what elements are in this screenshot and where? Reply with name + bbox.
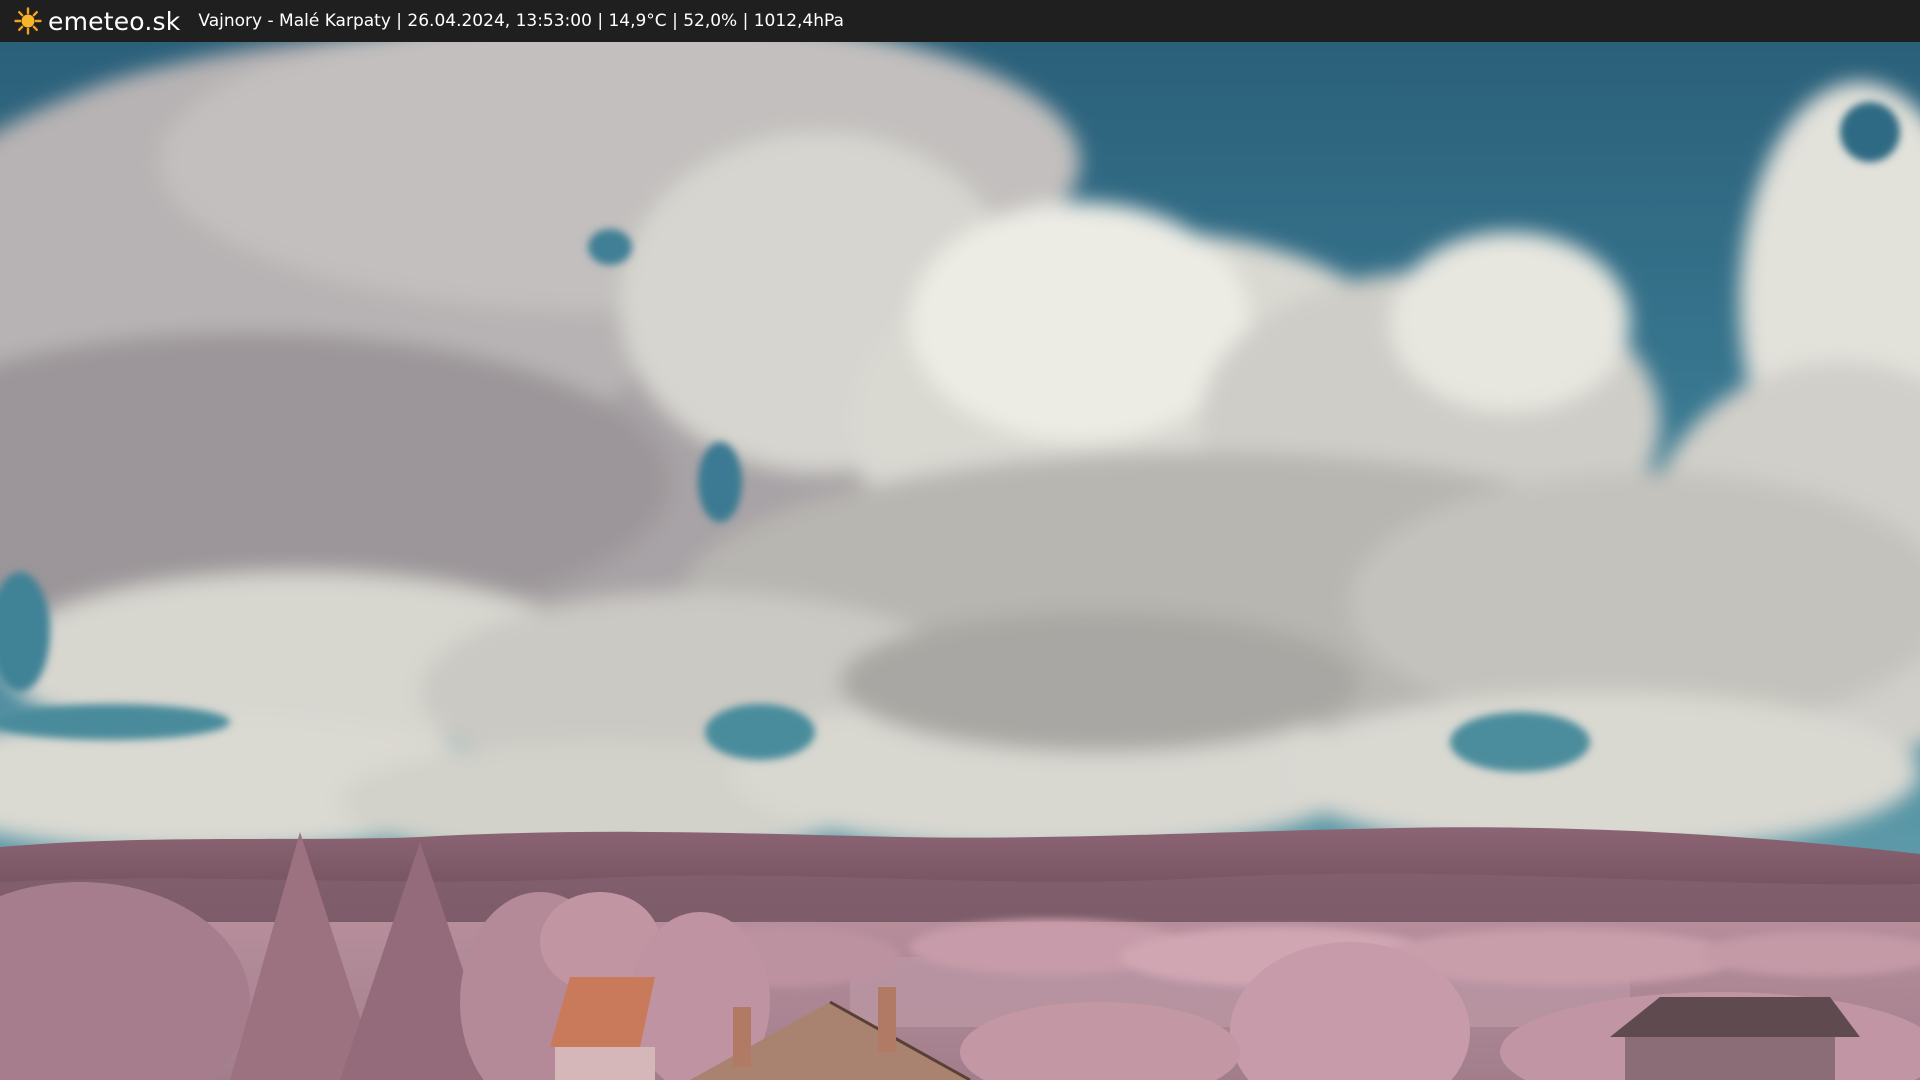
webcam-page: emeteo.sk Vajnory - Malé Karpaty | 26.04… bbox=[0, 0, 1920, 1080]
sun-icon bbox=[14, 7, 42, 35]
station-info-caption: Vajnory - Malé Karpaty | 26.04.2024, 13:… bbox=[198, 11, 844, 31]
webcam-caption-bar: emeteo.sk Vajnory - Malé Karpaty | 26.04… bbox=[0, 0, 1920, 42]
webcam-image bbox=[0, 42, 1920, 1080]
brand-name: emeteo.sk bbox=[48, 6, 181, 36]
brand-logo[interactable]: emeteo.sk bbox=[14, 7, 180, 36]
